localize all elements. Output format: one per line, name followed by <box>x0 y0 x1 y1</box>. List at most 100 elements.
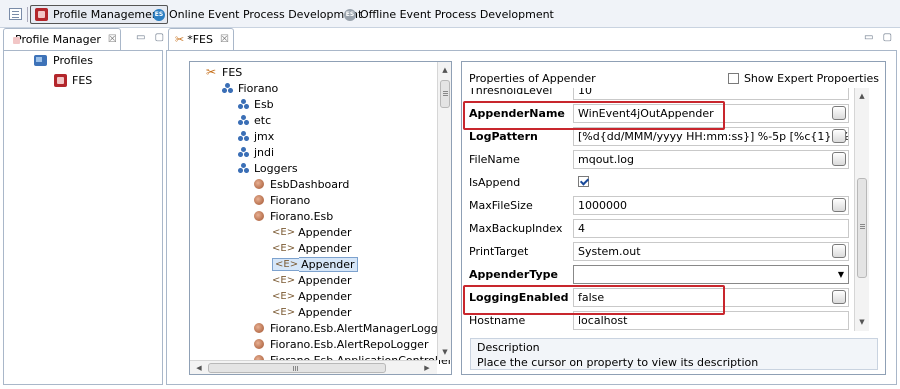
scroll-down-arrow[interactable]: ▼ <box>855 315 869 329</box>
tree-item[interactable]: EsbDashboard <box>254 176 349 192</box>
logger-icon <box>254 195 264 205</box>
element-icon: <E> <box>272 242 296 254</box>
tree-item[interactable]: Fiorano.Esb.AlertRepoLogger <box>254 336 428 352</box>
close-icon[interactable]: ☒ <box>108 34 117 45</box>
highlight-logging-enabled <box>463 285 725 315</box>
perspective-offline-event[interactable]: ES Offline Event Process Development <box>344 6 554 23</box>
tree-horizontal-scrollbar[interactable]: ◀ ▶ <box>190 360 437 374</box>
node-icon <box>238 130 249 142</box>
show-expert-properties-checkbox[interactable]: Show Expert Propoerties <box>727 72 879 85</box>
tree-item-label: Appender <box>298 305 352 319</box>
tree-item-label: FES <box>222 65 243 79</box>
property-value[interactable]: mqout.log <box>573 150 849 169</box>
tree-item[interactable]: <E> Appender <box>272 240 352 256</box>
tree-item[interactable]: Esb <box>238 96 274 112</box>
scroll-thumb[interactable] <box>857 178 867 278</box>
tree-item[interactable]: Fiorano.Esb <box>254 208 333 224</box>
tree-item-label: Fiorano <box>270 193 311 207</box>
tree-item[interactable]: etc <box>238 112 271 128</box>
element-icon: <E> <box>272 306 296 318</box>
tab-fes-editor[interactable]: ✂ *FES ☒ <box>168 28 234 50</box>
ellipsis-button[interactable] <box>832 290 846 304</box>
property-row: MaxBackupIndex 4 <box>465 217 850 240</box>
tree-item[interactable]: Fiorano.Esb.AlertManagerLogger <box>254 320 449 336</box>
tree-item-label: jmx <box>254 129 275 143</box>
checkbox[interactable] <box>727 73 739 84</box>
tree-item[interactable]: Fiorano <box>222 80 278 96</box>
grip <box>443 91 448 92</box>
node-icon <box>222 82 233 94</box>
scroll-thumb[interactable] <box>440 80 450 108</box>
open-perspective-icon[interactable] <box>9 8 22 20</box>
is-append-checkbox[interactable] <box>578 176 589 187</box>
tree-item-selected[interactable]: <E> Appender <box>272 256 358 272</box>
scroll-up-arrow[interactable]: ▲ <box>855 89 869 103</box>
tree-item-label: Profiles <box>53 53 93 67</box>
close-icon[interactable]: ☒ <box>220 34 229 45</box>
perspective-online-event[interactable]: ES Online Event Process Development <box>153 6 362 23</box>
property-value[interactable]: System.out <box>573 242 849 261</box>
tree-item[interactable]: ✂ FES <box>204 64 242 80</box>
perspective-bar: Profile Management ES Online Event Proce… <box>0 0 900 28</box>
chevron-down-icon[interactable]: ▼ <box>834 266 848 283</box>
element-icon: <E> <box>272 290 296 302</box>
ellipsis-button[interactable] <box>832 244 846 258</box>
ellipsis-button[interactable] <box>832 152 846 166</box>
tree-item[interactable]: <E> Appender <box>272 224 352 240</box>
tree-item[interactable]: <E> Appender <box>272 272 352 288</box>
tree-item-label: etc <box>254 113 272 127</box>
scroll-right-arrow[interactable]: ▶ <box>420 361 434 374</box>
tree-item[interactable]: jndi <box>238 144 274 160</box>
tab-label: Profile Manager <box>15 33 101 46</box>
property-value[interactable]: 10 <box>573 88 849 100</box>
tree-item[interactable]: Fiorano <box>254 192 310 208</box>
tree-item-label: Fiorano.Esb.AlertManagerLogger <box>270 321 450 335</box>
element-icon: <E> <box>272 257 300 271</box>
properties-panel: Properties of Appender Show Expert Propo… <box>461 61 886 375</box>
profile-tree: ✂ FES Fiorano Esb etc jmx jndi Loggers E… <box>189 61 452 375</box>
tree-item[interactable]: <E> Appender <box>272 288 352 304</box>
tool-icon: ✂ <box>205 65 217 79</box>
tab-profile-manager[interactable]: Profile Manager ☒ <box>3 28 121 50</box>
scroll-thumb[interactable] <box>208 363 386 373</box>
perspective-profile-management[interactable]: Profile Management <box>30 5 169 24</box>
node-icon <box>238 114 249 126</box>
property-name: ThresholdLevel <box>469 88 553 97</box>
properties-vertical-scrollbar[interactable]: ▲ ▼ <box>854 88 869 331</box>
tree-item[interactable]: jmx <box>238 128 274 144</box>
perspective-label: Profile Management <box>53 8 164 21</box>
tree-item[interactable]: <E> Appender <box>272 304 352 320</box>
property-name: FileName <box>469 153 520 166</box>
tree-item-profiles[interactable]: Profiles <box>34 52 93 68</box>
grip <box>293 366 294 371</box>
property-value[interactable]: 4 <box>573 219 849 238</box>
editor-window-controls[interactable]: ▭ ▢ <box>864 32 895 43</box>
property-name: PrintTarget <box>469 245 529 258</box>
property-row: IsAppend <box>465 171 850 194</box>
ellipsis-button[interactable] <box>832 106 846 120</box>
tree-item-label: Appender <box>298 241 352 255</box>
tree-item-fes[interactable]: FES <box>54 72 92 88</box>
scroll-down-arrow[interactable]: ▼ <box>438 345 451 359</box>
perspective-separator <box>27 7 28 22</box>
scroll-left-arrow[interactable]: ◀ <box>192 361 206 374</box>
offline-event-icon: ES <box>344 8 356 21</box>
property-value[interactable]: 1000000 <box>573 196 849 215</box>
online-event-icon: ES <box>153 8 165 21</box>
property-name: MaxBackupIndex <box>469 222 563 235</box>
tree-item[interactable]: Loggers <box>238 160 298 176</box>
description-title: Description <box>477 341 540 354</box>
ellipsis-button[interactable] <box>832 129 846 143</box>
ellipsis-button[interactable] <box>832 198 846 212</box>
appender-type-dropdown[interactable]: ▼ <box>573 265 849 284</box>
left-view-window-controls[interactable]: ▭ ▢ <box>136 32 167 43</box>
tree-item-label: Fiorano <box>238 81 279 95</box>
perspective-label: Offline Event Process Development <box>360 8 554 21</box>
fes-editor: ✂ FES Fiorano Esb etc jmx jndi Loggers E… <box>166 50 897 385</box>
profile-management-icon <box>35 8 48 21</box>
profiles-folder-icon <box>34 54 47 66</box>
scroll-up-arrow[interactable]: ▲ <box>438 63 451 77</box>
tree-item-label: jndi <box>254 145 275 159</box>
tree-vertical-scrollbar[interactable]: ▲ ▼ <box>437 62 451 360</box>
logger-icon <box>254 339 264 349</box>
